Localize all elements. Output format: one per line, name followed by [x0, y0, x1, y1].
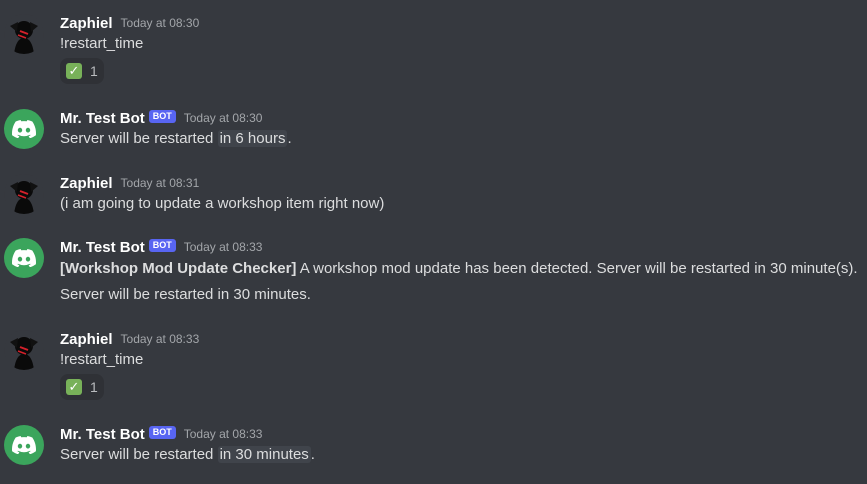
discord-logo-icon — [12, 436, 36, 454]
message-text: Server will be restarted — [60, 446, 214, 463]
username[interactable]: Zaphiel — [60, 331, 113, 348]
message-header: Zaphiel Today at 08:33 — [60, 328, 199, 350]
timestamp[interactable]: Today at 08:31 — [121, 176, 200, 190]
message-bold-prefix: [Workshop Mod Update Checker] — [60, 260, 297, 277]
username[interactable]: Mr. Test Bot — [60, 110, 145, 127]
user-avatar[interactable] — [4, 174, 44, 214]
relative-time-highlight[interactable]: in 6 hours — [217, 130, 288, 147]
timestamp[interactable]: Today at 08:33 — [184, 427, 263, 441]
message-content: Server will be restarted in 6 hours. — [60, 128, 292, 150]
chat-messages: Zaphiel Today at 08:30 !restart_time ✓ 1… — [0, 0, 867, 484]
timestamp[interactable]: Today at 08:30 — [121, 16, 200, 30]
username[interactable]: Zaphiel — [60, 15, 113, 32]
reaction-count: 1 — [90, 379, 98, 395]
check-mark-icon: ✓ — [66, 63, 82, 79]
message-text: A workshop mod update has been detected.… — [299, 260, 858, 277]
username[interactable]: Zaphiel — [60, 175, 113, 192]
message-content: !restart_time — [60, 351, 144, 368]
zaphiel-avatar-icon — [10, 21, 38, 54]
bot-avatar[interactable] — [4, 425, 44, 465]
check-mark-icon: ✓ — [66, 379, 82, 395]
user-avatar[interactable] — [4, 14, 44, 54]
message-header: Zaphiel Today at 08:31 — [60, 172, 199, 194]
message-text-suffix: . — [310, 446, 315, 463]
bot-tag: BOT — [148, 425, 176, 439]
message-header: Mr. Test Bot BOT Today at 08:33 — [60, 236, 262, 258]
zaphiel-avatar-icon — [10, 337, 38, 370]
message-text-suffix: . — [287, 130, 292, 147]
bot-avatar[interactable] — [4, 238, 44, 278]
message-content: !restart_time — [60, 35, 144, 52]
message-content: (i am going to update a workshop item ri… — [60, 195, 385, 212]
timestamp[interactable]: Today at 08:33 — [121, 332, 200, 346]
message-header: Mr. Test Bot BOT Today at 08:33 — [60, 423, 262, 445]
discord-logo-icon — [12, 120, 36, 138]
bot-tag: BOT — [148, 109, 176, 123]
zaphiel-avatar-icon — [10, 181, 38, 214]
message-content: [Workshop Mod Update Checker] A workshop… — [60, 258, 858, 280]
relative-time-highlight[interactable]: in 30 minutes — [217, 446, 311, 463]
bot-tag: BOT — [148, 238, 176, 252]
message-content: Server will be restarted in 30 minutes. — [60, 444, 315, 466]
reaction-button[interactable]: ✓ 1 — [60, 58, 104, 84]
username[interactable]: Mr. Test Bot — [60, 239, 145, 256]
bot-avatar[interactable] — [4, 109, 44, 149]
username[interactable]: Mr. Test Bot — [60, 426, 145, 443]
timestamp[interactable]: Today at 08:30 — [184, 111, 263, 125]
message-content: Server will be restarted in 30 minutes. — [60, 286, 311, 303]
reaction-count: 1 — [90, 63, 98, 79]
message-header: Zaphiel Today at 08:30 — [60, 12, 199, 34]
discord-logo-icon — [12, 249, 36, 267]
user-avatar[interactable] — [4, 330, 44, 370]
message-text: Server will be restarted — [60, 130, 214, 147]
timestamp[interactable]: Today at 08:33 — [184, 240, 263, 254]
message-header: Mr. Test Bot BOT Today at 08:30 — [60, 107, 262, 129]
reaction-button[interactable]: ✓ 1 — [60, 374, 104, 400]
